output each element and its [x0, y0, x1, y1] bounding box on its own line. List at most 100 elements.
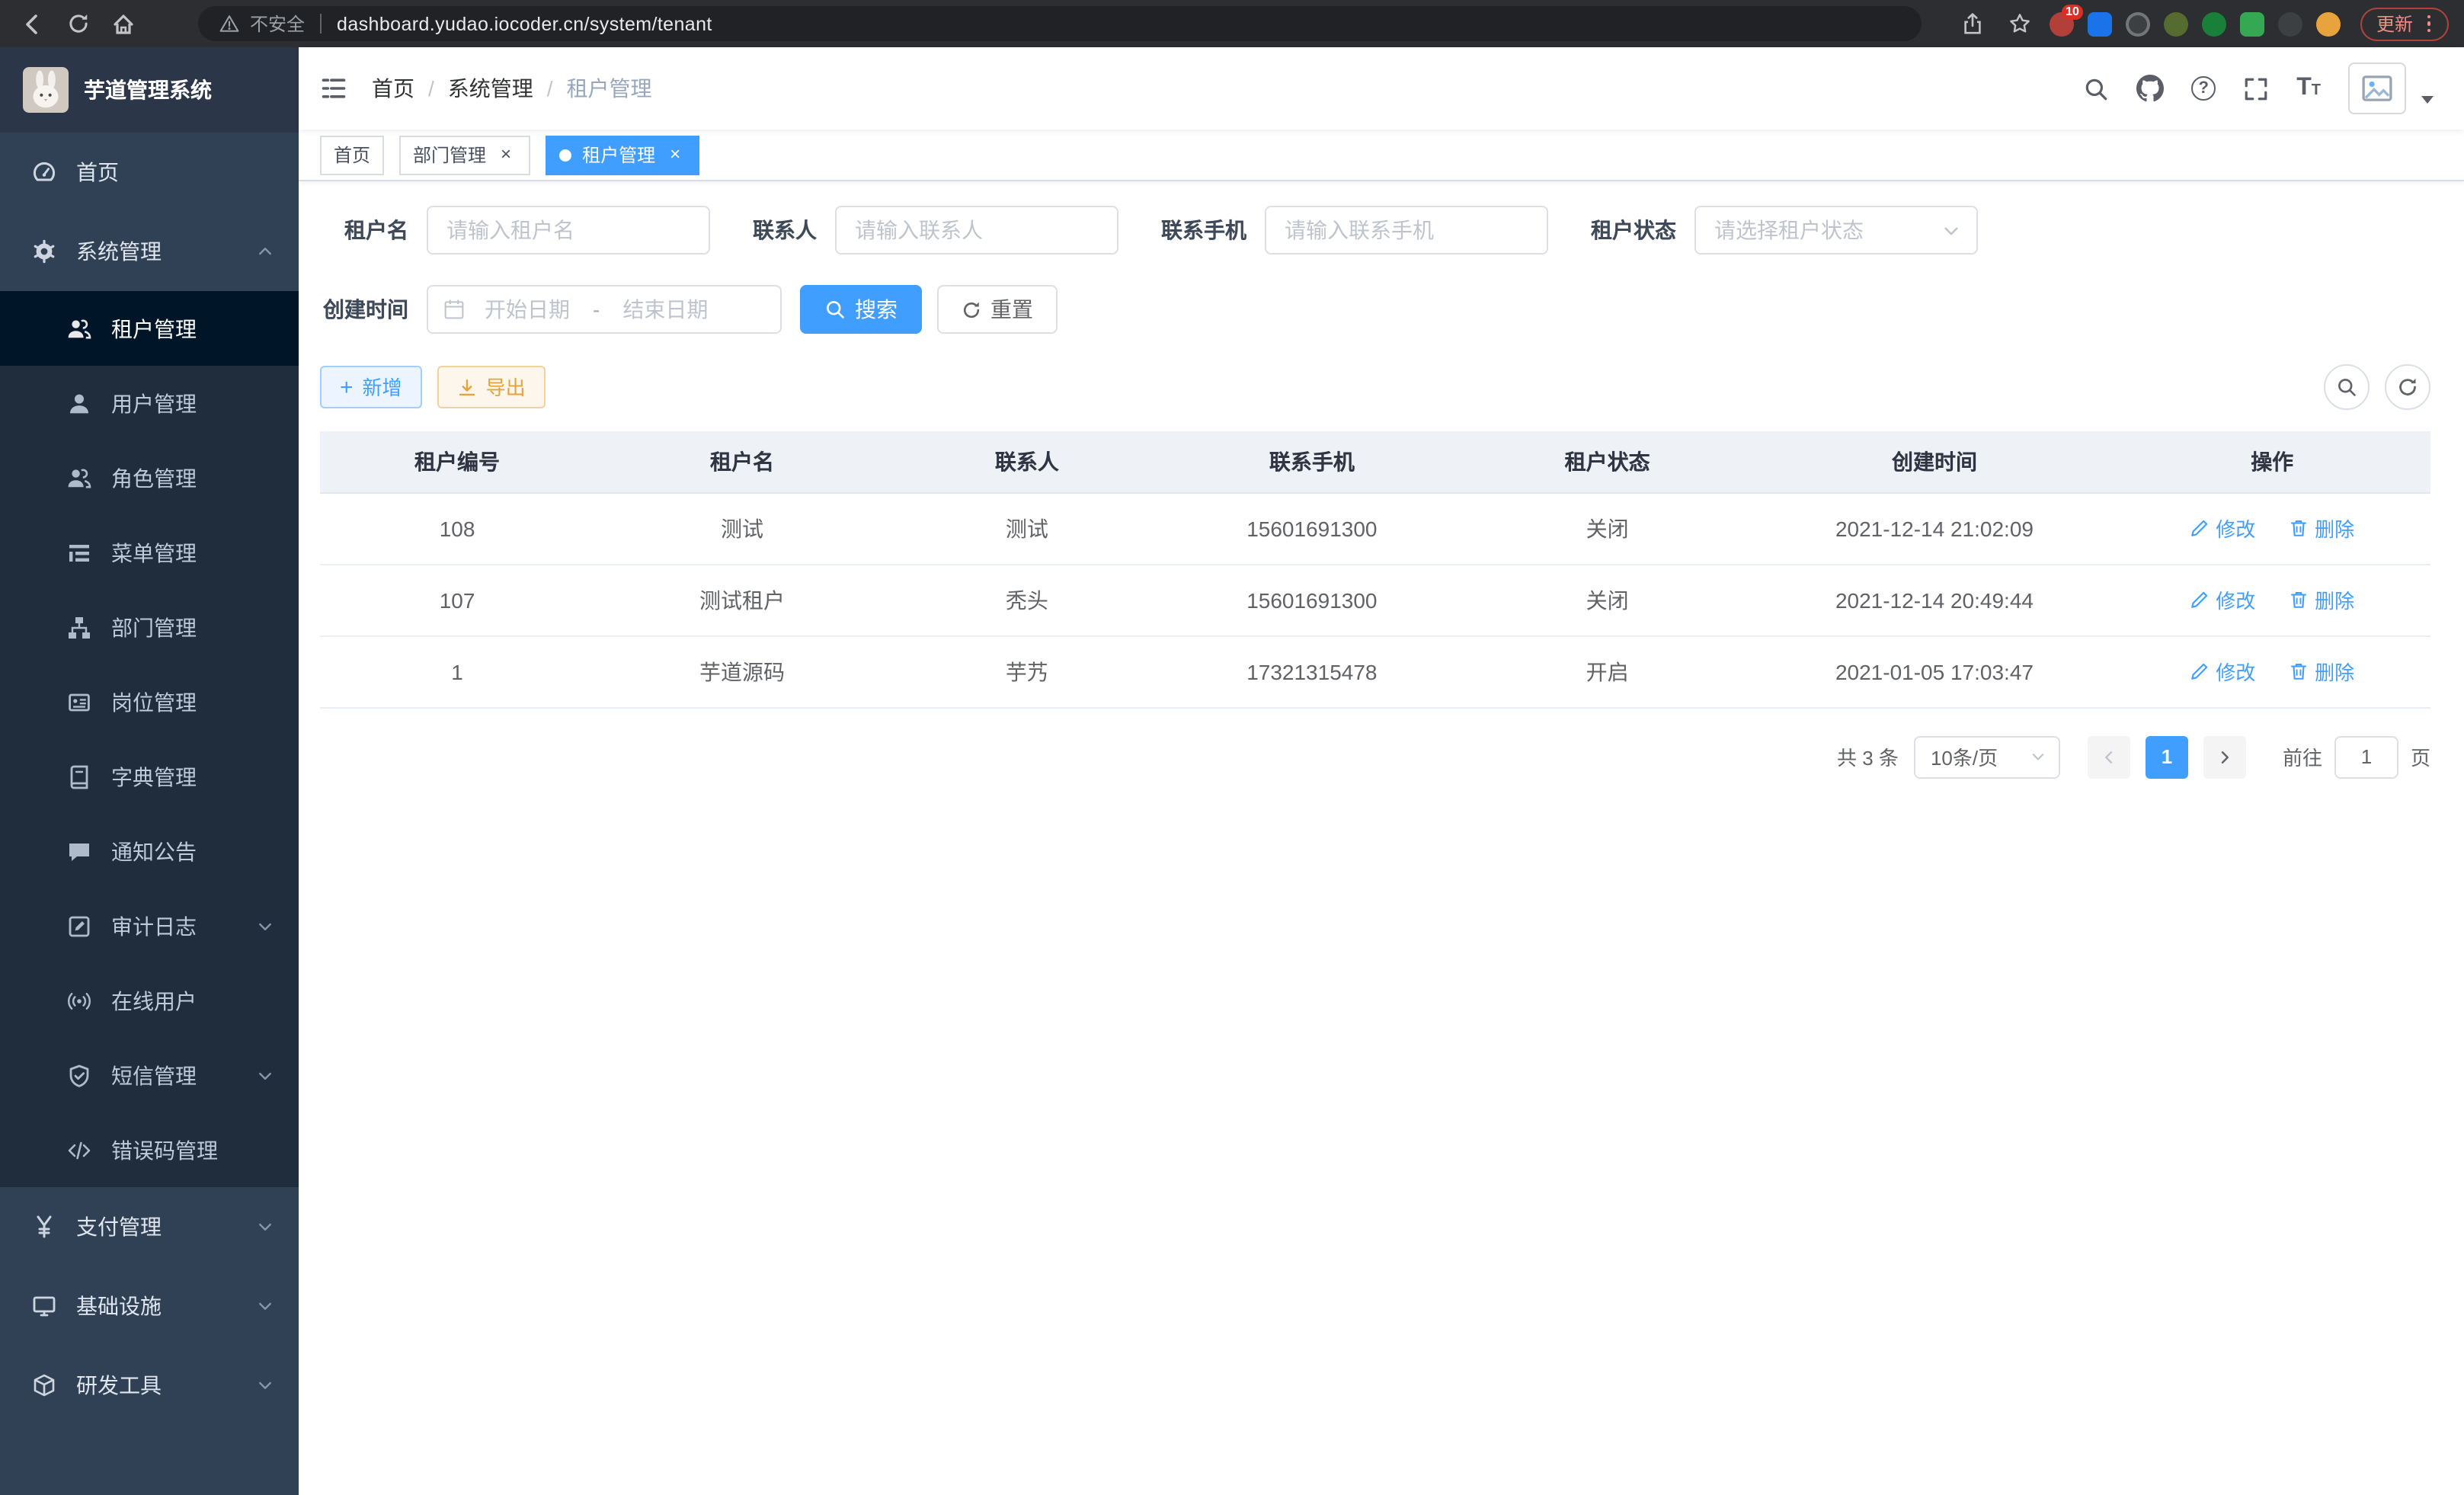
search-icon[interactable]: [2083, 75, 2109, 101]
close-icon[interactable]: ×: [495, 144, 517, 165]
delete-icon: [2289, 661, 2309, 681]
sidebar-item-home[interactable]: 首页: [0, 133, 299, 212]
chevron-down-icon: [2030, 748, 2046, 765]
goto-label: 前往: [2283, 742, 2322, 771]
toggle-search-button[interactable]: [2324, 364, 2370, 410]
font-size-icon[interactable]: TT: [2296, 76, 2321, 101]
field-label: 租户状态: [1591, 215, 1676, 245]
extension-icon[interactable]: [2203, 11, 2227, 36]
tab-tenant[interactable]: 租户管理 ×: [546, 135, 699, 174]
sidebar-item-label: 研发工具: [76, 1370, 162, 1401]
back-button[interactable]: [15, 7, 49, 40]
refresh-table-button[interactable]: [2385, 364, 2430, 410]
extension-icon[interactable]: 10: [2050, 11, 2075, 36]
browser-update-button[interactable]: 更新: [2361, 7, 2449, 40]
sidebar-item-infrastructure[interactable]: 基础设施: [0, 1266, 299, 1346]
extension-icon[interactable]: [2088, 11, 2113, 36]
app-logo[interactable]: 芋道管理系统: [0, 47, 299, 133]
share-icon[interactable]: [1956, 7, 1989, 40]
sidebar-item-tenant[interactable]: 租户管理: [0, 291, 299, 366]
extension-icon[interactable]: [2126, 11, 2151, 36]
contact-input[interactable]: [835, 206, 1118, 255]
sidebar-toggle-icon[interactable]: [320, 75, 347, 102]
address-bar[interactable]: 不安全 dashboard.yudao.iocoder.cn/system/te…: [198, 6, 1922, 41]
cell-phone: 15601691300: [1164, 492, 1460, 564]
phone-input[interactable]: [1265, 206, 1548, 255]
breadcrumb-item[interactable]: 首页: [372, 73, 414, 104]
pagination: 共 3 条 10条/页 1 前往 页: [320, 735, 2430, 778]
sidebar-item-system[interactable]: 系统管理: [0, 212, 299, 291]
extension-icon[interactable]: [2165, 11, 2189, 36]
refresh-icon: [962, 299, 981, 319]
edit-link[interactable]: 修改: [2190, 657, 2255, 686]
reload-button[interactable]: [61, 7, 94, 40]
delete-link[interactable]: 删除: [2289, 514, 2354, 543]
sidebar-item-dict[interactable]: 字典管理: [0, 739, 299, 814]
cell-created: 2021-12-14 20:49:44: [1755, 564, 2114, 635]
extension-icon[interactable]: [2279, 11, 2303, 36]
sidebar-item-dept[interactable]: 部门管理: [0, 590, 299, 664]
breadcrumb-item[interactable]: 系统管理: [448, 73, 533, 104]
sidebar-item-post[interactable]: 岗位管理: [0, 664, 299, 739]
menu-tree-icon: [67, 540, 91, 565]
prev-page-button[interactable]: [2088, 735, 2130, 778]
status-select[interactable]: 请选择租户状态: [1694, 206, 1978, 255]
sidebar-item-label: 短信管理: [111, 1060, 197, 1090]
delete-link[interactable]: 删除: [2289, 657, 2354, 686]
extension-icon[interactable]: [2317, 11, 2341, 36]
sidebar-item-label: 字典管理: [111, 761, 197, 792]
sidebar-item-menu[interactable]: 菜单管理: [0, 515, 299, 590]
bookmark-star-icon[interactable]: [2003, 7, 2037, 40]
tenant-name-input[interactable]: [427, 206, 710, 255]
export-button[interactable]: 导出: [437, 366, 546, 408]
page-content: 租户名 联系人 联系手机 租户状态 请选择租户状态: [299, 181, 2464, 1495]
create-time-range-picker[interactable]: -: [427, 285, 782, 334]
breadcrumb-separator: /: [428, 76, 434, 101]
page-number-button[interactable]: 1: [2146, 735, 2188, 778]
sidebar-item-notice[interactable]: 通知公告: [0, 814, 299, 888]
table-row: 107 测试租户 秃头 15601691300 关闭 2021-12-14 20…: [320, 564, 2430, 635]
add-button[interactable]: + 新增: [320, 366, 422, 408]
fullscreen-icon[interactable]: [2243, 75, 2269, 101]
browser-menu-icon[interactable]: [2424, 12, 2434, 36]
edit-link[interactable]: 修改: [2190, 585, 2255, 614]
help-icon[interactable]: ?: [2191, 76, 2216, 101]
next-page-button[interactable]: [2203, 735, 2246, 778]
tab-home[interactable]: 首页: [320, 135, 384, 174]
sidebar-item-online-user[interactable]: 在线用户: [0, 963, 299, 1038]
message-icon: [67, 839, 91, 863]
sidebar-item-label: 岗位管理: [111, 687, 197, 717]
url-text: dashboard.yudao.iocoder.cn/system/tenant: [337, 13, 712, 34]
start-date-input[interactable]: [472, 297, 582, 322]
gear-icon: [32, 239, 56, 264]
caret-down-icon[interactable]: [2421, 95, 2434, 103]
sidebar-item-dev-tools[interactable]: 研发工具: [0, 1346, 299, 1425]
user-avatar[interactable]: [2348, 62, 2406, 114]
sidebar-item-payment[interactable]: 支付管理: [0, 1187, 299, 1266]
close-icon[interactable]: ×: [664, 144, 686, 165]
sidebar-item-audit-log[interactable]: 审计日志: [0, 888, 299, 963]
github-icon[interactable]: [2136, 75, 2164, 102]
page-size-select[interactable]: 10条/页: [1914, 735, 2060, 778]
security-label: 不安全: [250, 11, 305, 37]
toolbox-icon: [32, 1373, 56, 1397]
tab-dept[interactable]: 部门管理 ×: [399, 135, 530, 174]
edit-link[interactable]: 修改: [2190, 514, 2255, 543]
home-button[interactable]: [107, 7, 140, 40]
search-button[interactable]: 搜索: [800, 285, 922, 334]
cell-tenant-id: 107: [320, 564, 594, 635]
sidebar-item-label: 用户管理: [111, 388, 197, 418]
tenant-table: 租户编号 租户名 联系人 联系手机 租户状态 创建时间 操作 108 测试: [320, 431, 2430, 708]
sidebar-item-sms[interactable]: 短信管理: [0, 1038, 299, 1112]
reset-button[interactable]: 重置: [937, 285, 1058, 334]
sidebar-item-user[interactable]: 用户管理: [0, 366, 299, 440]
end-date-input[interactable]: [610, 297, 720, 322]
active-dot: [559, 149, 571, 161]
chevron-down-icon: [256, 1218, 274, 1236]
warning-icon: [219, 14, 239, 34]
goto-page-input[interactable]: [2334, 735, 2398, 778]
sidebar-item-role[interactable]: 角色管理: [0, 440, 299, 515]
delete-link[interactable]: 删除: [2289, 585, 2354, 614]
sidebar-item-error-code[interactable]: 错误码管理: [0, 1112, 299, 1187]
extension-icon[interactable]: [2241, 11, 2265, 36]
